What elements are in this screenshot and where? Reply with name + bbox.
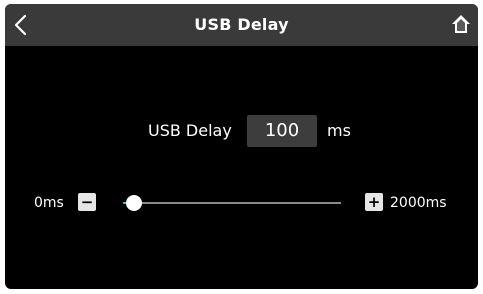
slider-min-label: 0ms — [34, 195, 64, 211]
slider-thumb[interactable] — [125, 195, 142, 211]
home-button[interactable] — [450, 13, 472, 35]
usb-delay-screen: USB Delay USB Delay 100 ms 0ms − + 2000m… — [5, 4, 478, 289]
increase-button[interactable]: + — [365, 193, 383, 211]
delay-unit-label: ms — [327, 121, 351, 140]
delay-slider[interactable] — [123, 195, 341, 211]
decrease-button[interactable]: − — [78, 193, 96, 211]
slider-max-label: 2000ms — [390, 195, 447, 211]
delay-slider-row: 0ms − + 2000ms — [5, 192, 478, 214]
delay-value-row: USB Delay 100 ms — [5, 115, 478, 147]
header-bar: USB Delay — [5, 4, 478, 46]
delay-value-field[interactable]: 100 — [247, 115, 317, 147]
delay-label: USB Delay — [148, 121, 232, 140]
page-title: USB Delay — [194, 15, 289, 34]
home-icon — [452, 15, 470, 33]
